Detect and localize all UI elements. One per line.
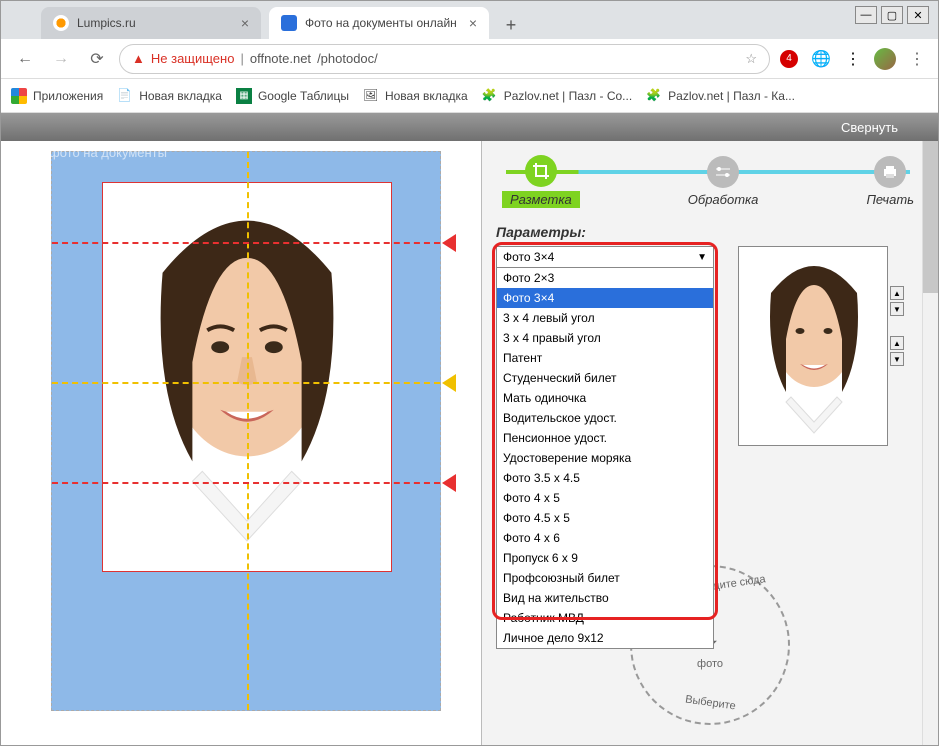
format-option[interactable]: Фото 4 x 5 xyxy=(497,488,713,508)
format-option[interactable]: Личное дело 9x12 xyxy=(497,628,713,648)
browser-tabs-bar: Lumpics.ru × Фото на документы онлайн × … xyxy=(1,1,938,39)
format-option[interactable]: Патент xyxy=(497,348,713,368)
favicon-icon xyxy=(53,15,69,31)
dropzone-select-text: Выберите xyxy=(684,694,736,713)
step-processing[interactable]: Обработка xyxy=(688,156,759,207)
profile-avatar[interactable] xyxy=(874,48,896,70)
tab-close-icon[interactable]: × xyxy=(241,15,249,31)
format-option[interactable]: Водительское удост. xyxy=(497,408,713,428)
url-path: /photodoc/ xyxy=(317,51,378,66)
forward-button[interactable]: → xyxy=(47,45,75,73)
tab-lumpics[interactable]: Lumpics.ru × xyxy=(41,7,261,39)
url-separator: | xyxy=(240,51,243,66)
stepper-up-button[interactable]: ▲ xyxy=(890,286,904,300)
photo-canvas[interactable] xyxy=(51,151,441,711)
bookmark-newtab1[interactable]: 📄Новая вкладка xyxy=(117,88,222,104)
stepper-down-button[interactable]: ▼ xyxy=(890,302,904,316)
tab-title: Фото на документы онлайн xyxy=(305,16,457,30)
bookmark-pazlov2[interactable]: 🧩Pazlov.net | Пазл - Ка... xyxy=(646,88,795,104)
parameters-section: Параметры: Фото 3×4 ▼ Фото 2×3Фото 3×43 … xyxy=(496,224,920,446)
bookmark-pazlov1[interactable]: 🧩Pazlov.net | Пазл - Со... xyxy=(482,88,632,104)
format-option[interactable]: Студенческий билет xyxy=(497,368,713,388)
dropzone-label: фото xyxy=(697,658,723,670)
guide-marker-icon[interactable] xyxy=(442,374,456,392)
window-minimize-button[interactable]: — xyxy=(855,6,877,24)
menu-dots-icon[interactable]: ⋮ xyxy=(842,48,864,70)
tab-photodoc[interactable]: Фото на документы онлайн × xyxy=(269,7,489,39)
tab-title: Lumpics.ru xyxy=(77,16,136,30)
format-option[interactable]: Удостоверение моряка xyxy=(497,448,713,468)
bookmark-newtab2[interactable]: 🖼Новая вкладка xyxy=(363,88,468,104)
page-icon: 📄 xyxy=(117,88,133,104)
puzzle-icon: 🧩 xyxy=(482,88,498,104)
format-option[interactable]: Пропуск 6 x 9 xyxy=(497,548,713,568)
window-close-button[interactable]: ✕ xyxy=(907,6,929,24)
top-guide-line[interactable] xyxy=(52,242,440,244)
dropdown-selected-label: Фото 3×4 xyxy=(503,250,554,264)
collapse-button[interactable]: Свернуть xyxy=(841,120,898,135)
photo-preview-thumbnail xyxy=(738,246,888,446)
chevron-down-icon: ▼ xyxy=(697,252,707,263)
sheets-icon: ▦ xyxy=(236,88,252,104)
format-option[interactable]: Фото 3.5 x 4.5 xyxy=(497,468,713,488)
format-option[interactable]: 3 x 4 правый угол xyxy=(497,328,713,348)
url-input[interactable]: ▲ Не защищено | offnote.net/photodoc/ ☆ xyxy=(119,44,770,74)
address-bar: ← → ⟳ ▲ Не защищено | offnote.net/photod… xyxy=(1,39,938,79)
format-dropdown-wrap: Фото 3×4 ▼ Фото 2×3Фото 3×43 x 4 левый у… xyxy=(496,246,714,446)
bookmark-apps[interactable]: Приложения xyxy=(11,88,103,104)
warning-icon: ▲ xyxy=(132,51,145,66)
format-option[interactable]: Пенсионное удост. xyxy=(497,428,713,448)
guide-marker-icon[interactable] xyxy=(442,474,456,492)
crop-icon xyxy=(525,155,557,187)
format-option[interactable]: 3 x 4 левый угол xyxy=(497,308,713,328)
step-markup[interactable]: Разметка xyxy=(502,155,580,208)
favicon-icon xyxy=(281,15,297,31)
format-option[interactable]: Фото 2×3 xyxy=(497,268,713,288)
watermark-text: фото на документы xyxy=(49,145,167,160)
apps-grid-icon xyxy=(11,88,27,104)
format-option[interactable]: Мать одиночка xyxy=(497,388,713,408)
format-option[interactable]: Фото 4.5 x 5 xyxy=(497,508,713,528)
new-tab-button[interactable]: + xyxy=(497,11,525,39)
format-option[interactable]: Профсоюзный билет xyxy=(497,568,713,588)
format-option[interactable]: Фото 3×4 xyxy=(497,288,713,308)
controls-pane: Разметка Обработка Печать Параметры: xyxy=(481,141,938,745)
format-option[interactable]: Работник МВД xyxy=(497,608,713,628)
collapse-bar: Свернуть xyxy=(1,113,938,141)
sliders-icon xyxy=(707,156,739,188)
reload-button[interactable]: ⟳ xyxy=(83,45,111,73)
bookmarks-bar: Приложения 📄Новая вкладка ▦Google Таблиц… xyxy=(1,79,938,113)
step-print[interactable]: Печать xyxy=(866,156,914,207)
wizard-steps: Разметка Обработка Печать xyxy=(496,155,920,214)
bookmark-star-icon[interactable]: ☆ xyxy=(745,51,757,67)
vertical-guide[interactable] xyxy=(247,152,249,710)
globe-extension-icon[interactable]: 🌐 xyxy=(810,48,832,70)
browser-menu-button[interactable]: ⋮ xyxy=(906,48,928,70)
format-dropdown-list: Фото 2×3Фото 3×43 x 4 левый угол3 x 4 пр… xyxy=(496,268,714,649)
guide-marker-icon[interactable] xyxy=(442,234,456,252)
image-icon: 🖼 xyxy=(363,88,379,104)
printer-icon xyxy=(874,156,906,188)
window-maximize-button[interactable]: ▢ xyxy=(881,6,903,24)
format-dropdown[interactable]: Фото 3×4 ▼ xyxy=(496,246,714,268)
parameters-title: Параметры: xyxy=(496,224,920,240)
url-host: offnote.net xyxy=(250,51,311,66)
chin-guide-line[interactable] xyxy=(52,482,440,484)
photo-editor-pane xyxy=(1,141,481,745)
security-warning-label: Не защищено xyxy=(151,51,235,66)
zoom-stepper: ▲ ▼ xyxy=(890,286,904,316)
tab-close-icon[interactable]: × xyxy=(469,15,477,31)
back-button[interactable]: ← xyxy=(11,45,39,73)
stepper-up-button[interactable]: ▲ xyxy=(890,336,904,350)
extension-badge-icon[interactable]: 4 xyxy=(778,48,800,70)
stepper-down-button[interactable]: ▼ xyxy=(890,352,904,366)
page-scrollbar[interactable] xyxy=(922,113,938,745)
format-option[interactable]: Вид на жительство xyxy=(497,588,713,608)
puzzle-icon: 🧩 xyxy=(646,88,662,104)
eye-guide-line[interactable] xyxy=(52,382,440,384)
bookmark-sheets[interactable]: ▦Google Таблицы xyxy=(236,88,349,104)
zoom-stepper: ▲ ▼ xyxy=(890,336,904,366)
format-option[interactable]: Фото 4 x 6 xyxy=(497,528,713,548)
